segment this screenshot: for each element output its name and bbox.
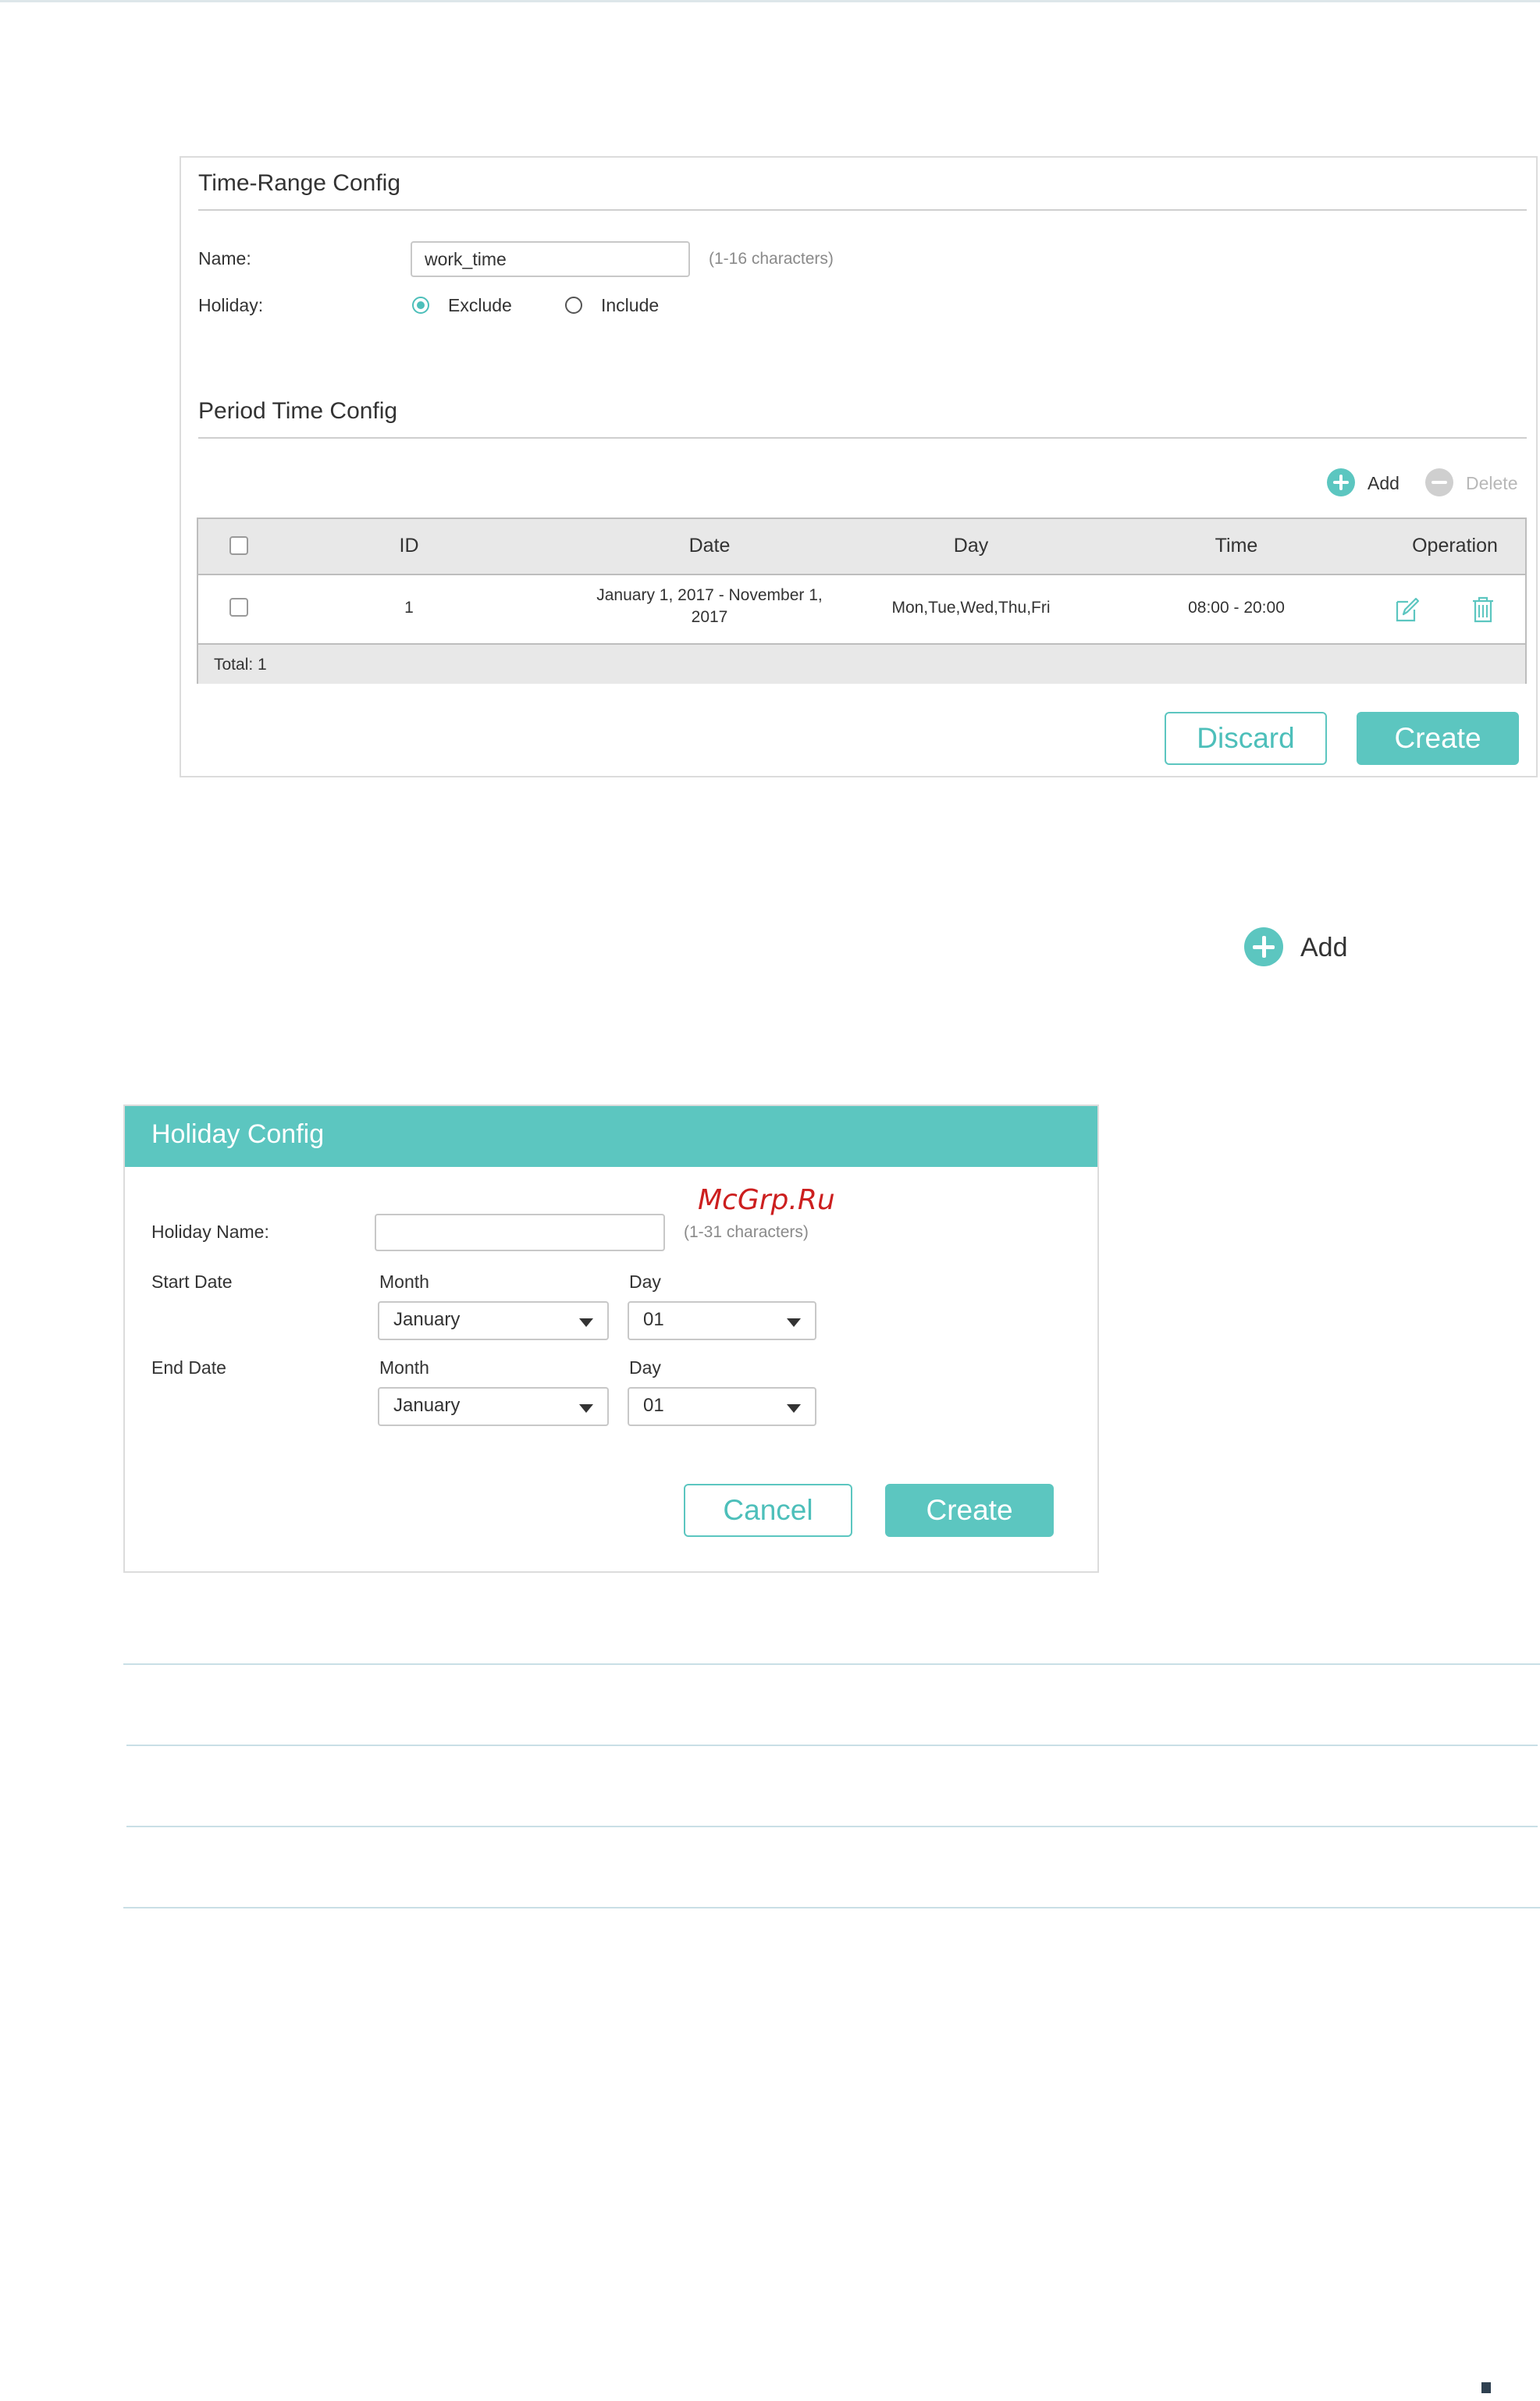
row-time: 08:00 - 20:00 [1188, 599, 1285, 617]
start-day-select[interactable]: 01 [628, 1301, 816, 1340]
divider-line [123, 1907, 1540, 1908]
start-date-label: Start Date [151, 1272, 233, 1292]
col-id: ID [399, 535, 419, 557]
delete-label: Delete [1466, 473, 1518, 493]
end-day-select[interactable]: 01 [628, 1387, 816, 1426]
row-id: 1 [404, 599, 414, 617]
time-range-title: Time-Range Config [198, 170, 400, 196]
corner-mark [1481, 2382, 1491, 2393]
table-footer: Total: 1 [198, 643, 1525, 684]
title-divider [198, 209, 1527, 211]
chevron-down-icon [787, 1404, 801, 1413]
chevron-down-icon [579, 1318, 593, 1327]
col-time: Time [1215, 535, 1258, 557]
trash-icon[interactable] [1467, 594, 1499, 625]
create-button[interactable]: Create [1357, 712, 1519, 765]
add-label: Add [1368, 473, 1400, 493]
table-header: ID Date Day Time Operation [198, 519, 1525, 575]
name-label: Name: [198, 248, 251, 269]
holiday-name-hint: (1-31 characters) [684, 1223, 809, 1241]
start-month-value: January [393, 1309, 461, 1330]
include-label: Include [601, 295, 660, 315]
holiday-name-label: Holiday Name: [151, 1222, 269, 1242]
col-operation: Operation [1412, 535, 1498, 557]
col-day: Day [953, 535, 989, 557]
delete-row-button[interactable]: Delete [1425, 468, 1535, 500]
name-input[interactable] [411, 241, 690, 277]
exclude-radio[interactable] [412, 297, 429, 314]
divider-line [123, 1663, 1540, 1665]
select-all-checkbox[interactable] [229, 536, 248, 555]
row-checkbox[interactable] [229, 598, 248, 617]
row-date: January 1, 2017 - November 1, 2017 [573, 585, 846, 628]
add-icon-illustration: Add [1244, 927, 1361, 968]
start-month-select[interactable]: January [378, 1301, 609, 1340]
end-month-select[interactable]: January [378, 1387, 609, 1426]
holiday-config-panel: Holiday Config McGrp.Ru Holiday Name: (1… [123, 1104, 1099, 1573]
divider-line [126, 1745, 1538, 1746]
holiday-label: Holiday: [198, 295, 264, 315]
holiday-config-header: Holiday Config [125, 1106, 1097, 1167]
plus-circle-icon [1244, 927, 1283, 966]
start-day-value: 01 [643, 1309, 664, 1330]
end-day-value: 01 [643, 1395, 664, 1416]
row-day: Mon,Tue,Wed,Thu,Fri [891, 599, 1051, 617]
divider-line [126, 1826, 1538, 1827]
end-day-label: Day [629, 1357, 661, 1378]
edit-icon[interactable] [1391, 594, 1422, 625]
add-row-button[interactable]: Add [1327, 468, 1413, 500]
total-count: Total: 1 [214, 656, 267, 674]
end-date-label: End Date [151, 1357, 226, 1378]
watermark: McGrp.Ru [698, 1184, 835, 1216]
end-month-value: January [393, 1395, 461, 1416]
start-month-label: Month [379, 1272, 429, 1292]
period-table: ID Date Day Time Operation 1 January 1, … [197, 518, 1527, 684]
end-month-label: Month [379, 1357, 429, 1378]
minus-circle-icon [1425, 468, 1453, 496]
col-date: Date [688, 535, 731, 557]
include-radio[interactable] [565, 297, 582, 314]
add-icon-label: Add [1300, 933, 1348, 962]
top-rule [0, 0, 1540, 2]
row-date-line2: 2017 [691, 608, 728, 626]
time-range-panel: Time-Range Config Name: (1-16 characters… [180, 156, 1538, 777]
holiday-create-button[interactable]: Create [885, 1484, 1054, 1537]
chevron-down-icon [579, 1404, 593, 1413]
period-title: Period Time Config [198, 398, 398, 424]
cancel-button[interactable]: Cancel [684, 1484, 852, 1537]
start-day-label: Day [629, 1272, 661, 1292]
discard-button[interactable]: Discard [1165, 712, 1327, 765]
holiday-name-input[interactable] [375, 1214, 665, 1251]
plus-circle-icon [1327, 468, 1355, 496]
period-divider [198, 437, 1527, 439]
chevron-down-icon [787, 1318, 801, 1327]
row-date-line1: January 1, 2017 - November 1, [596, 586, 823, 604]
table-row: 1 January 1, 2017 - November 1, 2017 Mon… [198, 575, 1525, 642]
holiday-config-title: Holiday Config [151, 1119, 325, 1149]
name-hint: (1-16 characters) [709, 250, 834, 268]
exclude-label: Exclude [448, 295, 512, 315]
